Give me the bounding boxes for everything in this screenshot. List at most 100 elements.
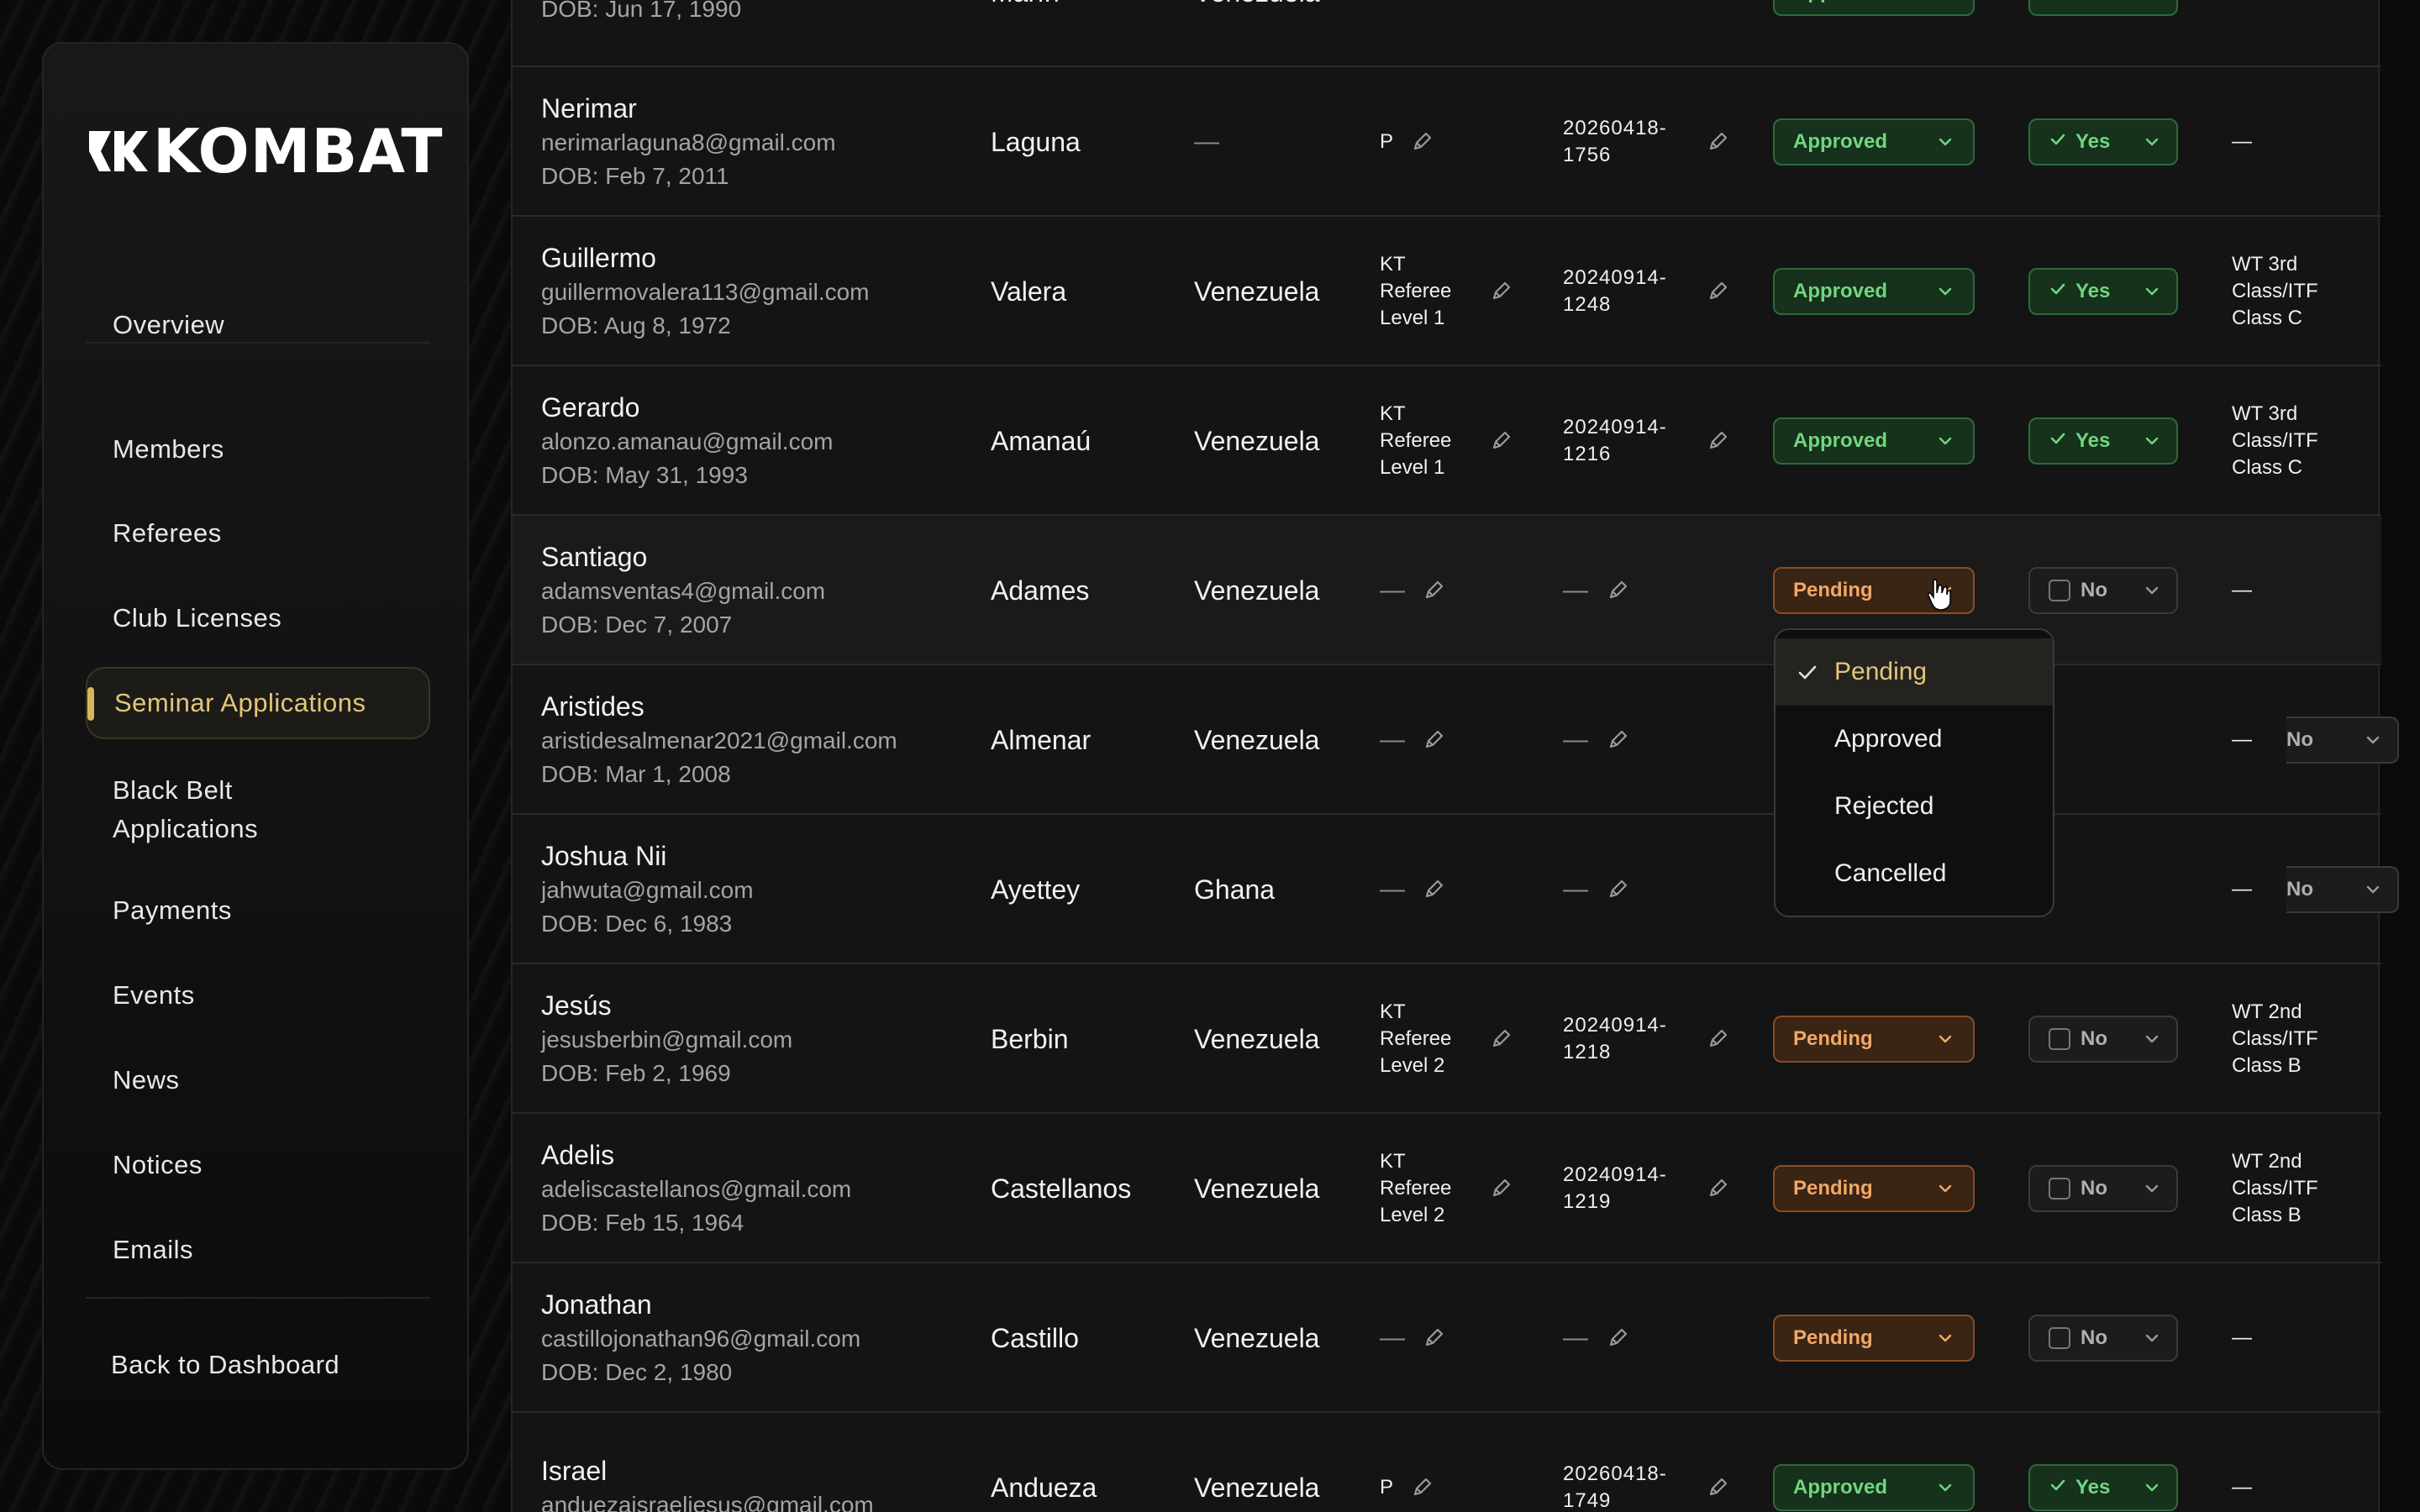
last-name: Marín (991, 0, 1060, 67)
status-select[interactable]: Pending (1773, 1315, 1975, 1362)
sidebar-item-emails[interactable]: Emails (86, 1214, 430, 1286)
belt-class: WT 2nd Class/ITF Class B (2232, 1000, 2318, 1077)
checkbox[interactable] (2049, 1178, 2070, 1200)
certificate-code-cell: 20240914- 1248 (1563, 217, 1729, 366)
paid-toggle[interactable]: No (2286, 717, 2399, 764)
status-option-cancelled[interactable]: Cancelled (1776, 840, 2053, 907)
certificate-code: 20240914- 1218 (1563, 1014, 1667, 1063)
edit-pencil-icon[interactable] (1489, 1177, 1512, 1200)
sidebar-item-overview[interactable]: Overview (86, 289, 430, 361)
certificate-code-cell: — (1563, 0, 1629, 67)
paid-toggle[interactable]: No (2028, 1165, 2178, 1212)
edit-pencil-icon[interactable] (1489, 1027, 1512, 1051)
edit-pencil-icon[interactable] (1606, 579, 1629, 602)
paid-toggle[interactable]: Yes (2028, 0, 2178, 16)
sidebar-item-news[interactable]: News (86, 1044, 430, 1116)
sidebar-item-events[interactable]: Events (86, 959, 430, 1032)
paid-value: No (2081, 1027, 2107, 1050)
referee-role: — (1380, 726, 1405, 753)
status-value: Approved (1793, 280, 1888, 302)
referee-role: P (1380, 1476, 1394, 1499)
edit-pencil-icon[interactable] (1706, 429, 1729, 453)
chevron-down-icon (2143, 581, 2161, 600)
checkbox[interactable] (2049, 580, 2070, 601)
applicant-name-cell: Nerimar nerimarlaguna8@gmail.com DOB: Feb … (541, 67, 836, 217)
edit-pencil-icon[interactable] (1410, 130, 1434, 154)
status-select[interactable]: Approved (1773, 268, 1975, 315)
certificate-code: 20240914- 1216 (1563, 416, 1667, 465)
paid-toggle[interactable]: Yes (2028, 268, 2178, 315)
edit-pencil-icon[interactable] (1606, 0, 1629, 4)
edit-pencil-icon[interactable] (1422, 878, 1445, 901)
belt-class: WT 3rd Class/ITF Class C (2232, 253, 2318, 329)
edit-pencil-icon[interactable] (1706, 280, 1729, 303)
referee-role-cell: KT Referee Level 1 (1380, 217, 1512, 366)
paid-toggle[interactable]: Yes (2028, 1464, 2178, 1511)
paid-indicator: No (2049, 1326, 2107, 1350)
sidebar-item-label: Club Licenses (113, 603, 282, 633)
edit-pencil-icon[interactable] (1410, 1476, 1434, 1499)
status-option-pending[interactable]: Pending (1776, 638, 2053, 706)
belt-class: — (2232, 1326, 2252, 1349)
back-to-dashboard-link[interactable]: Back to Dashboard (86, 1329, 430, 1401)
sidebar-item-payments[interactable]: Payments (86, 874, 430, 947)
status-select[interactable]: Approved (1773, 1464, 1975, 1511)
sidebar-item-seminar-applications[interactable]: Seminar Applications (86, 667, 430, 739)
checkbox[interactable] (2049, 1028, 2070, 1050)
paid-value: No (2081, 1326, 2107, 1349)
referee-role-cell: — (1380, 665, 1445, 815)
paid-toggle[interactable]: No (2028, 567, 2178, 614)
edit-pencil-icon[interactable] (1606, 728, 1629, 752)
applicant-name-cell: leonelxtdc@gmail.comDOB: Jun 17, 1990 (541, 0, 778, 67)
edit-pencil-icon[interactable] (1422, 1326, 1445, 1350)
paid-value: No (2081, 1177, 2107, 1200)
paid-toggle[interactable]: Yes (2028, 417, 2178, 465)
edit-pencil-icon[interactable] (1706, 130, 1729, 154)
edit-pencil-icon[interactable] (1706, 1027, 1729, 1051)
status-select[interactable]: Pending (1773, 1165, 1975, 1212)
sidebar-item-members[interactable]: Members (86, 413, 430, 486)
sidebar-item-label: Overview (113, 310, 225, 339)
applicant-email: aristidesalmenar2021@gmail.com (541, 727, 897, 753)
brand-wordmark: KOMBAT (153, 116, 444, 186)
paid-value: Yes (2075, 0, 2110, 4)
sidebar-item-black-belt-applications[interactable]: Black Belt Applications (86, 768, 338, 852)
sidebar-item-referees[interactable]: Referees (86, 497, 430, 570)
paid-toggle[interactable]: No (2286, 866, 2399, 913)
paid-toggle[interactable]: Yes (2028, 118, 2178, 165)
certificate-code: 20260418- 1756 (1563, 117, 1667, 166)
status-select[interactable]: Approved (1773, 0, 1975, 16)
edit-pencil-icon[interactable] (1422, 728, 1445, 752)
mouse-cursor-icon (1928, 579, 1951, 611)
checkbox[interactable] (2049, 1327, 2070, 1349)
edit-pencil-icon[interactable] (1606, 1326, 1629, 1350)
status-select[interactable]: Approved (1773, 118, 1975, 165)
edit-pencil-icon[interactable] (1706, 1177, 1729, 1200)
status-select[interactable]: Approved (1773, 417, 1975, 465)
chevron-down-icon (2143, 0, 2161, 2)
paid-toggle[interactable]: No (2028, 1016, 2178, 1063)
referee-role-cell: — (1380, 516, 1445, 665)
first-name: Adelis (541, 1140, 615, 1170)
status-option-label: Approved (1834, 725, 1943, 753)
first-name: Jesús (541, 990, 612, 1021)
belt-class: — (2232, 579, 2252, 601)
sidebar-item-club-licenses[interactable]: Club Licenses (86, 582, 430, 654)
belt-class: WT 2nd Class/ITF Class B (2232, 1150, 2318, 1226)
edit-pencil-icon[interactable] (1489, 429, 1512, 453)
edit-pencil-icon[interactable] (1706, 1476, 1729, 1499)
edit-pencil-icon[interactable] (1422, 579, 1445, 602)
status-option-approved[interactable]: Approved (1776, 706, 2053, 773)
edit-pencil-icon[interactable] (1422, 0, 1445, 4)
sidebar-item-notices[interactable]: Notices (86, 1129, 430, 1201)
paid-value: Yes (2075, 1476, 2111, 1499)
applicant-dob: DOB: Aug 8, 1972 (541, 312, 731, 339)
certificate-code: 20260418- 1749 (1563, 1462, 1667, 1512)
country: Venezuela (1194, 425, 1320, 456)
edit-pencil-icon[interactable] (1606, 878, 1629, 901)
brand-logo[interactable]: KOMBAT (86, 116, 444, 186)
status-select[interactable]: Pending (1773, 1016, 1975, 1063)
edit-pencil-icon[interactable] (1489, 280, 1512, 303)
paid-toggle[interactable]: No (2028, 1315, 2178, 1362)
status-option-rejected[interactable]: Rejected (1776, 773, 2053, 840)
